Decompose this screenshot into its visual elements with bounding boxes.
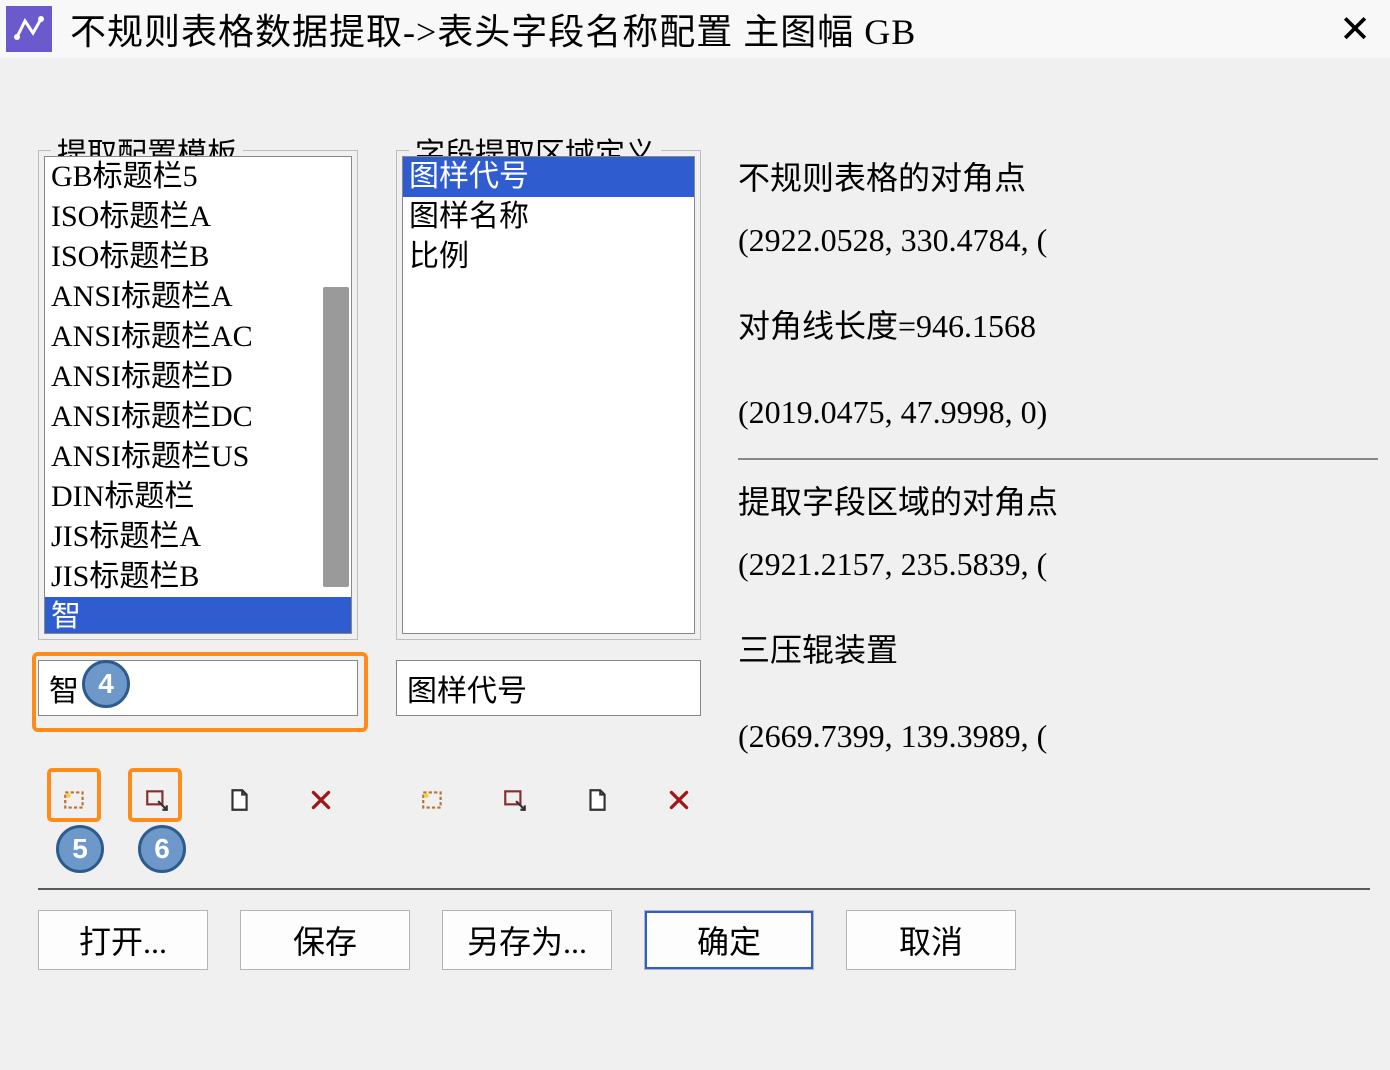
- callout-4: 4: [82, 660, 130, 708]
- pick-region-icon[interactable]: [140, 783, 174, 817]
- open-button[interactable]: 打开...: [38, 910, 208, 970]
- delete-icon[interactable]: [304, 783, 338, 817]
- list-item[interactable]: 图样代号: [403, 157, 694, 197]
- bottom-separator: [38, 888, 1370, 890]
- template-listbox[interactable]: GB标题栏5ISO标题栏AISO标题栏BANSI标题栏AANSI标题栏ACANS…: [44, 156, 352, 634]
- list-item[interactable]: ANSI标题栏AC: [45, 317, 351, 357]
- field-toolbar: [416, 780, 696, 820]
- diagonal-length: 对角线长度=946.1568: [738, 298, 1378, 354]
- list-item[interactable]: ISO标题栏B: [45, 237, 351, 277]
- pick-window-icon[interactable]: [58, 783, 92, 817]
- list-item[interactable]: GB标题栏5: [45, 157, 351, 197]
- ok-button[interactable]: 确定: [644, 910, 814, 970]
- pick-window-icon[interactable]: [416, 783, 450, 817]
- list-item[interactable]: 图样名称: [403, 197, 694, 237]
- button-bar: 打开... 保存 另存为... 确定 取消: [38, 910, 1016, 970]
- app-icon: [6, 6, 52, 52]
- list-item[interactable]: JIS标题栏B: [45, 557, 351, 597]
- list-item[interactable]: ANSI标题栏DC: [45, 397, 351, 437]
- field-corner-pt2: (2669.7399, 139.3989, (: [738, 708, 1378, 764]
- field-corner-label: 提取字段区域的对角点: [738, 474, 1378, 530]
- list-item[interactable]: ANSI标题栏US: [45, 437, 351, 477]
- table-corner-label: 不规则表格的对角点: [738, 150, 1378, 206]
- template-group: 提取配置模板 GB标题栏5ISO标题栏AISO标题栏BANSI标题栏AANSI标…: [38, 150, 358, 640]
- save-button[interactable]: 保存: [240, 910, 410, 970]
- field-group: 字段提取区域定义 图样代号图样名称比例: [396, 150, 701, 640]
- info-panel: 不规则表格的对角点 (2922.0528, 330.4784, ( 对角线长度=…: [738, 150, 1378, 764]
- list-item[interactable]: 智: [45, 597, 351, 634]
- callout-6: 6: [138, 825, 186, 873]
- list-item[interactable]: ANSI标题栏A: [45, 277, 351, 317]
- new-doc-icon[interactable]: [580, 783, 614, 817]
- scrollbar-thumb[interactable]: [323, 287, 349, 587]
- pick-region-icon[interactable]: [498, 783, 532, 817]
- list-item[interactable]: ISO标题栏A: [45, 197, 351, 237]
- list-item[interactable]: 比例: [403, 237, 694, 277]
- field-corner-pt1: (2921.2157, 235.5839, (: [738, 536, 1378, 592]
- title-bar: 不规则表格数据提取->表头字段名称配置 主图幅 GB ✕: [0, 0, 1390, 58]
- new-doc-icon[interactable]: [222, 783, 256, 817]
- list-item[interactable]: DIN标题栏: [45, 477, 351, 517]
- cancel-button[interactable]: 取消: [846, 910, 1016, 970]
- table-corner-pt1: (2922.0528, 330.4784, (: [738, 212, 1378, 268]
- table-corner-pt2: (2019.0475, 47.9998, 0): [738, 384, 1378, 440]
- list-item[interactable]: JIS标题栏A: [45, 517, 351, 557]
- template-toolbar: [58, 780, 338, 820]
- field-listbox[interactable]: 图样代号图样名称比例: [402, 156, 695, 634]
- info-separator: [738, 458, 1378, 460]
- window-title: 不规则表格数据提取->表头字段名称配置 主图幅 GB: [70, 3, 1320, 55]
- save-as-button[interactable]: 另存为...: [442, 910, 612, 970]
- close-icon[interactable]: ✕: [1320, 0, 1390, 58]
- list-item[interactable]: ANSI标题栏D: [45, 357, 351, 397]
- extracted-text: 三压辊装置: [738, 622, 1378, 678]
- field-name-input[interactable]: [396, 660, 701, 716]
- callout-5: 5: [56, 825, 104, 873]
- delete-icon[interactable]: [662, 783, 696, 817]
